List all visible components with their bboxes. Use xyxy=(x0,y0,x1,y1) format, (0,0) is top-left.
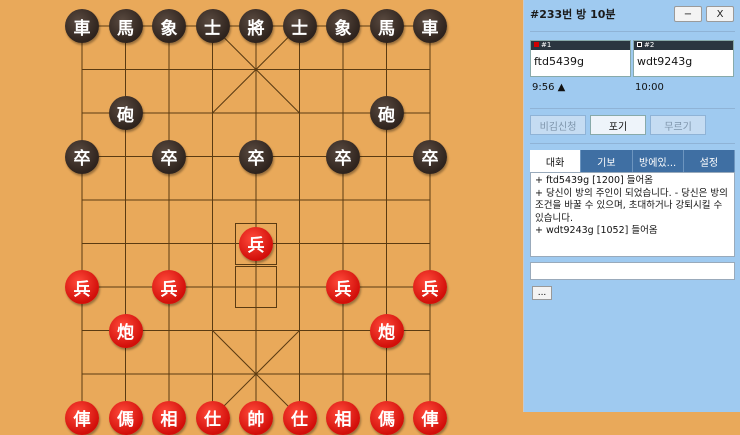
player1-timer: 9:56 ▲ xyxy=(532,82,566,93)
tab-chat[interactable]: 대화 xyxy=(530,150,582,172)
red-piece[interactable]: 兵 xyxy=(65,270,99,304)
black-piece[interactable]: 將 xyxy=(239,9,273,43)
chat-message: + ftd5439g [1200] 들어옴 xyxy=(535,175,653,186)
red-piece[interactable]: 炮 xyxy=(369,313,404,348)
tab-users[interactable]: 방에있... xyxy=(633,150,684,172)
player2-timer: 10:00 xyxy=(635,82,664,93)
black-piece[interactable]: 士 xyxy=(195,9,230,43)
undo-button[interactable]: 무르기 xyxy=(650,115,706,135)
divider xyxy=(530,31,735,32)
red-piece[interactable]: 兵 xyxy=(152,270,186,304)
chat-message: + 당신이 방의 주인이 되었습니다. - 당신은 방의 조건을 바꿀 수 있으… xyxy=(535,187,728,224)
draw-offer-button[interactable]: 비김신청 xyxy=(530,115,586,135)
chat-log[interactable]: + ftd5439g [1200] 들어옴 + 당신이 방의 주인이 되었습니다… xyxy=(530,172,735,257)
side-panel: #233번 방 10분 − X #1 ftd5439g #2 wdt9243g … xyxy=(523,0,740,412)
close-button[interactable]: X xyxy=(706,6,734,22)
black-piece[interactable]: 卒 xyxy=(239,139,273,174)
black-piece[interactable]: 砲 xyxy=(369,96,404,130)
black-piece[interactable]: 車 xyxy=(65,9,99,43)
player1-number: #1 xyxy=(541,41,552,49)
red-piece[interactable]: 俥 xyxy=(413,400,447,435)
chat-message: + wdt9243g [1052] 들어옴 xyxy=(535,225,658,236)
red-piece[interactable]: 相 xyxy=(326,400,360,435)
black-piece[interactable]: 士 xyxy=(282,9,317,43)
red-piece[interactable]: 仕 xyxy=(195,400,230,435)
player2-number: #2 xyxy=(644,41,655,49)
red-piece[interactable]: 兵 xyxy=(413,270,447,304)
tab-record[interactable]: 기보 xyxy=(581,150,633,172)
black-piece[interactable]: 馬 xyxy=(108,9,143,43)
red-piece[interactable]: 傌 xyxy=(369,400,404,435)
red-piece[interactable]: 仕 xyxy=(282,400,317,435)
board-grid xyxy=(81,25,431,412)
red-piece[interactable]: 傌 xyxy=(108,400,143,435)
tab-settings[interactable]: 설정 xyxy=(684,150,735,172)
player2-color-icon xyxy=(637,42,642,47)
red-piece[interactable]: 帥 xyxy=(239,400,273,435)
red-piece[interactable]: 炮 xyxy=(108,313,143,348)
panel-tabs: 대화 기보 방에있... 설정 xyxy=(530,150,735,172)
black-piece[interactable]: 砲 xyxy=(108,96,143,130)
black-piece[interactable]: 車 xyxy=(413,9,447,43)
black-piece[interactable]: 馬 xyxy=(369,9,404,43)
more-button[interactable]: ... xyxy=(532,286,552,300)
black-piece[interactable]: 卒 xyxy=(152,139,186,174)
red-piece[interactable]: 俥 xyxy=(65,400,99,435)
divider xyxy=(530,143,735,144)
last-move-marker xyxy=(235,266,277,308)
janggi-board[interactable]: 車馬象士將士象馬車砲砲卒卒卒卒卒兵兵兵兵兵炮炮俥傌相仕帥仕相傌俥 xyxy=(0,0,523,435)
red-piece[interactable]: 兵 xyxy=(239,226,273,261)
red-piece[interactable]: 相 xyxy=(152,400,186,435)
minimize-button[interactable]: − xyxy=(674,6,702,22)
player1-card: #1 ftd5439g xyxy=(530,40,631,77)
player1-color-icon xyxy=(534,42,539,47)
player2-name: wdt9243g xyxy=(637,55,693,68)
red-piece[interactable]: 兵 xyxy=(326,270,360,304)
black-piece[interactable]: 卒 xyxy=(413,139,447,174)
black-piece[interactable]: 象 xyxy=(326,9,360,43)
black-piece[interactable]: 象 xyxy=(152,9,186,43)
black-piece[interactable]: 卒 xyxy=(326,139,360,174)
divider xyxy=(530,108,735,109)
black-piece[interactable]: 卒 xyxy=(65,139,99,174)
player1-name: ftd5439g xyxy=(534,55,584,68)
room-title: #233번 방 10분 xyxy=(530,8,616,21)
resign-button[interactable]: 포기 xyxy=(590,115,646,135)
player2-card: #2 wdt9243g xyxy=(633,40,734,77)
chat-input[interactable] xyxy=(530,262,735,280)
